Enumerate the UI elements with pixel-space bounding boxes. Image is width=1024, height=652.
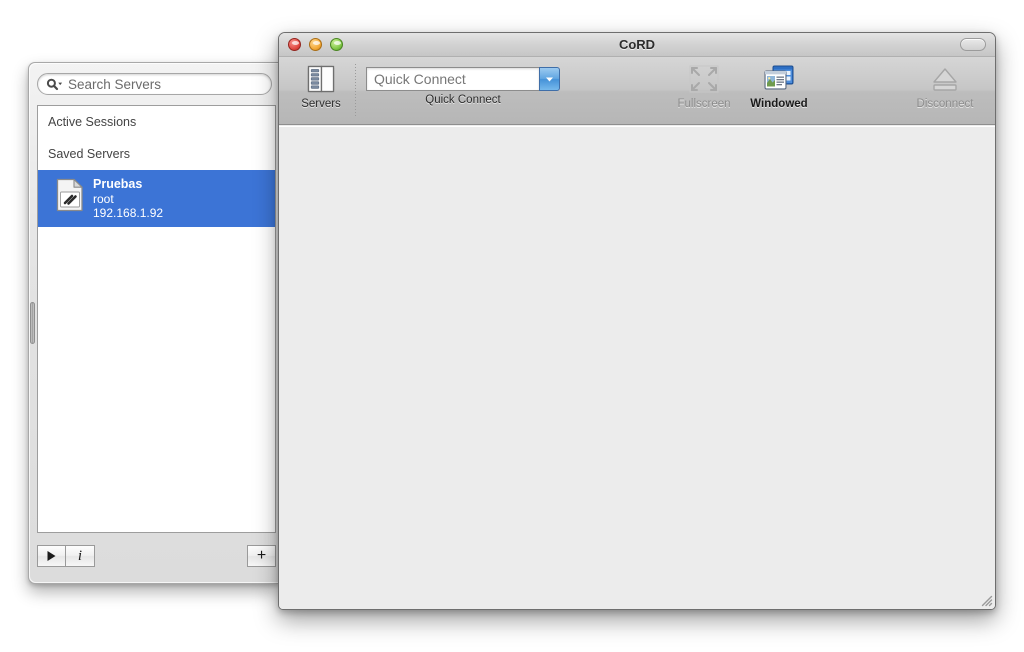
window-toolbar: Servers Quick Connect Quick Connect Full… [279,57,995,125]
play-icon [46,550,57,562]
minimize-button[interactable] [309,38,322,51]
toolbar-item-fullscreen[interactable]: Fullscreen [668,62,740,110]
close-button[interactable] [288,38,301,51]
toolbar-toggle-button[interactable] [960,38,986,51]
windowed-stack-icon [761,62,797,96]
list-item-server[interactable]: Pruebas root 192.168.1.92 [38,170,275,227]
screen-root: Active Sessions Saved Servers [0,0,1024,652]
quick-connect-dropdown-button[interactable] [539,67,560,91]
toolbar-item-disconnect[interactable]: Disconnect [905,62,985,110]
toolbar-item-windowed[interactable]: Windowed [742,62,816,110]
plus-icon: + [256,547,267,564]
quick-connect-input[interactable] [366,67,539,91]
server-info-button[interactable]: i [66,545,95,567]
toolbar-label-servers: Servers [301,98,341,110]
window-title: CoRD [618,37,656,52]
info-italic-icon: i [77,547,83,564]
search-field[interactable] [37,73,272,95]
server-host: 192.168.1.92 [93,206,164,220]
toolbar-right-group: Fullscreen Windowed [668,62,816,110]
quick-connect-field-wrap [366,67,560,91]
drawer-left-buttons: i [37,545,95,567]
drawer-resize-grip[interactable] [30,302,35,344]
servers-drawer: Active Sessions Saved Servers [28,62,280,584]
zoom-button[interactable] [330,38,343,51]
drawer-button-bar: i + [37,539,276,573]
cord-main-window: CoRD Servers Quick Connect Quick Connect… [278,32,996,610]
toolbar-item-servers[interactable]: Servers [291,62,351,110]
fullscreen-arrows-icon [688,62,720,96]
chevron-down-icon [544,75,555,83]
connect-button[interactable] [37,545,66,567]
search-row [37,73,280,101]
window-resize-grip[interactable] [979,593,993,607]
toolbar-label-fullscreen: Fullscreen [677,98,731,110]
list-group-saved-servers[interactable]: Saved Servers [38,138,275,170]
servers-drawer-icon [304,62,338,96]
server-name: Pruebas [93,177,143,191]
toolbar-label-disconnect: Disconnect [916,98,974,110]
list-group-active-sessions[interactable]: Active Sessions [38,106,275,138]
toolbar-label-quick-connect: Quick Connect [425,94,501,106]
list-item-text: Pruebas root 192.168.1.92 [93,176,163,220]
toolbar-separator [355,64,356,116]
drawer-body: Active Sessions Saved Servers [37,73,280,573]
toolbar-label-windowed: Windowed [750,98,808,110]
server-list[interactable]: Active Sessions Saved Servers Pruebas ro… [37,105,276,533]
server-username: root [93,192,114,206]
traffic-light-buttons [288,38,343,51]
search-input[interactable] [68,76,263,92]
session-content-area [279,126,995,609]
add-server-button[interactable]: + [247,545,276,567]
search-icon[interactable] [46,78,63,91]
window-titlebar[interactable]: CoRD [279,33,995,57]
toolbar-item-quick-connect: Quick Connect [366,62,560,106]
rdp-document-icon [56,178,84,212]
eject-icon [928,62,962,96]
